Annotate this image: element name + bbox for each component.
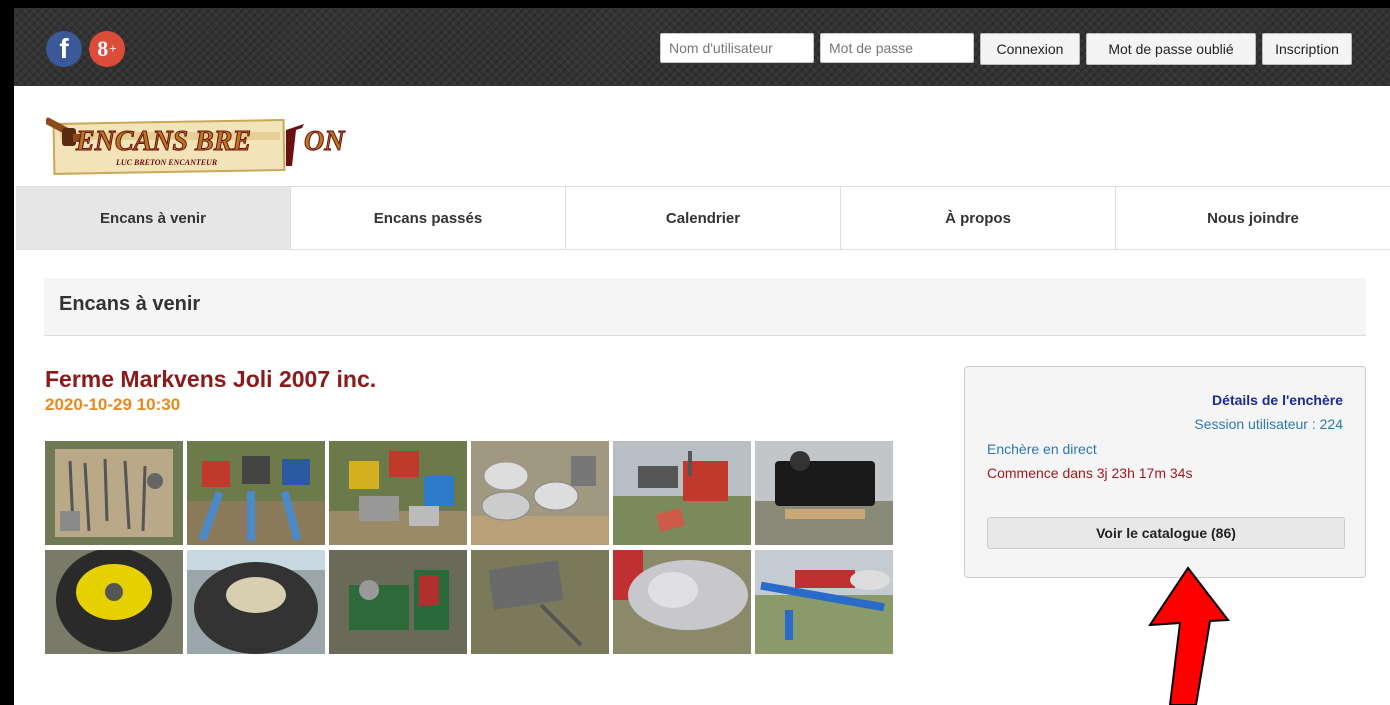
top-bar: f 8 + Nom d'utilisateur Mot de passe Conn… [14, 8, 1390, 86]
view-catalogue-button[interactable]: Voir le catalogue (86) [987, 517, 1345, 549]
facebook-icon[interactable]: f [46, 31, 82, 67]
username-input[interactable]: Nom d'utilisateur [660, 33, 814, 63]
session-info: Session utilisateur : 224 [1194, 416, 1343, 432]
google-plus-icon[interactable]: 8 + [89, 31, 125, 67]
thumbnail-tools[interactable] [45, 441, 183, 545]
google-plus-icon-glyph: 8 [97, 36, 109, 61]
logo-main-text-end: ON [304, 126, 346, 157]
frame-left-border [0, 0, 14, 705]
thumbnail-black-tank[interactable] [755, 441, 893, 545]
login-button[interactable]: Connexion [980, 33, 1080, 65]
thumbnail-red-parts[interactable] [613, 441, 751, 545]
auction-thumbnails [45, 441, 895, 654]
auction-title[interactable]: Ferme Markvens Joli 2007 inc. [45, 366, 376, 393]
thumbnail-tire[interactable] [187, 550, 325, 654]
section-title: Encans à venir [44, 278, 1366, 336]
main-nav: Encans à venir Encans passés Calendrier … [16, 186, 1390, 250]
nav-item-about[interactable]: À propos [841, 187, 1116, 249]
frame-top-border [0, 0, 1390, 8]
auction-date: 2020-10-29 10:30 [45, 395, 181, 414]
nav-item-calendar[interactable]: Calendrier [566, 187, 841, 249]
logo-t-glyph [286, 124, 304, 166]
nav-item-past[interactable]: Encans passés [291, 187, 566, 249]
auction-details-panel: Détails de l'enchère Session utilisateur… [964, 366, 1366, 578]
thumbnail-buckets[interactable] [471, 441, 609, 545]
thumbnail-green-mower[interactable] [329, 550, 467, 654]
logo-subtext: LUC BRETON ENCANTEUR [115, 158, 218, 167]
nav-item-contact[interactable]: Nous joindre [1116, 187, 1390, 249]
details-title[interactable]: Détails de l'enchère [1212, 392, 1343, 408]
thumbnail-cart[interactable] [471, 550, 609, 654]
thumbnail-generators[interactable] [329, 441, 467, 545]
facebook-icon-glyph: f [59, 33, 69, 64]
encans-breton-logo[interactable]: ENCANS BRE ON LUC BRETON ENCANTEUR [46, 108, 356, 180]
countdown-text: Commence dans 3j 23h 17m 34s [987, 465, 1193, 481]
live-auction-label: Enchère en direct [987, 441, 1097, 457]
password-input[interactable]: Mot de passe [820, 33, 974, 63]
logo-main-text: ENCANS BRE [75, 126, 251, 157]
thumbnail-blue-trailer[interactable] [755, 550, 893, 654]
register-button[interactable]: Inscription [1262, 33, 1352, 65]
nav-item-upcoming[interactable]: Encans à venir [16, 187, 291, 249]
thumbnail-yellow-tire[interactable] [45, 550, 183, 654]
red-arrow-annotation [1148, 566, 1230, 705]
google-plus-icon-plus: + [109, 41, 117, 56]
thumbnail-steel-tank[interactable] [613, 550, 751, 654]
forgot-password-button[interactable]: Mot de passe oublié [1086, 33, 1256, 65]
thumbnail-pumps[interactable] [187, 441, 325, 545]
